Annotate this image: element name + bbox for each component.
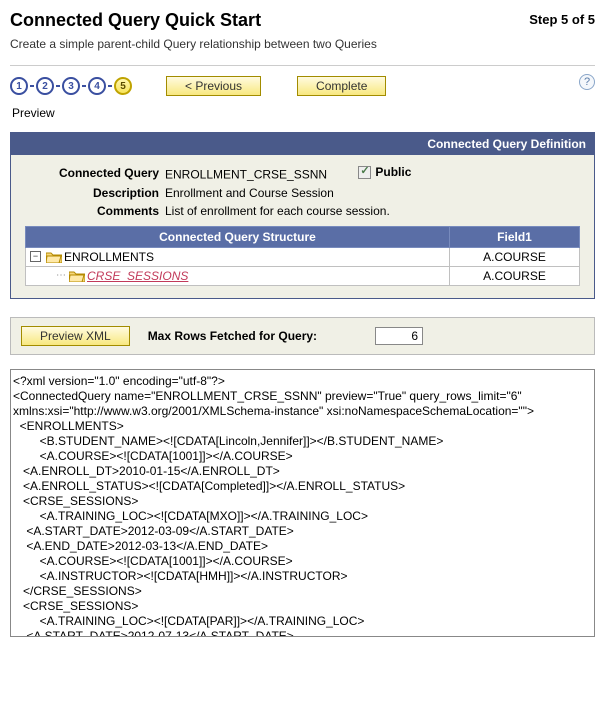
step-connector	[30, 85, 34, 87]
complete-button[interactable]: Complete	[297, 76, 386, 96]
step-connector	[108, 85, 112, 87]
field-cell: A.COURSE	[450, 247, 580, 266]
preview-controls: Preview XML Max Rows Fetched for Query:	[10, 317, 595, 355]
wizard-step-5[interactable]: 5	[114, 77, 132, 95]
previous-button[interactable]: < Previous	[166, 76, 261, 96]
field-cell: A.COURSE	[450, 266, 580, 285]
public-label: Public	[375, 165, 411, 179]
panel-title: Connected Query Definition	[11, 133, 594, 155]
wizard-step-2[interactable]: 2	[36, 77, 54, 95]
preview-xml-button[interactable]: Preview XML	[21, 326, 130, 346]
wizard-step-4[interactable]: 4	[88, 77, 106, 95]
max-rows-label: Max Rows Fetched for Query:	[148, 329, 317, 343]
help-icon[interactable]: ?	[579, 74, 595, 90]
description-label: Description	[25, 186, 165, 200]
divider	[10, 65, 595, 66]
tree-node-crse-sessions[interactable]: CRSE_SESSIONS	[87, 269, 188, 283]
wizard-step-3[interactable]: 3	[62, 77, 80, 95]
public-checkbox[interactable]	[358, 166, 371, 179]
tree-connector-icon: ⋯	[56, 270, 65, 281]
table-row: − ENROLLMENTS A.COURSE	[26, 247, 580, 266]
xml-output[interactable]: <?xml version="1.0" encoding="utf-8"?> <…	[10, 369, 595, 637]
col-field1: Field1	[450, 226, 580, 247]
table-row: ⋯ CRSE_SESSIONS A.COURSE	[26, 266, 580, 285]
description-value: Enrollment and Course Session	[165, 186, 580, 200]
wizard-step-1[interactable]: 1	[10, 77, 28, 95]
col-structure: Connected Query Structure	[26, 226, 450, 247]
comments-label: Comments	[25, 204, 165, 218]
connected-query-label: Connected Query	[25, 166, 165, 180]
max-rows-input[interactable]	[375, 327, 423, 345]
folder-open-icon	[69, 270, 85, 282]
tree-node-enrollments[interactable]: ENROLLMENTS	[64, 250, 154, 264]
definition-panel: Connected Query Definition Connected Que…	[10, 132, 595, 299]
comments-value: List of enrollment for each course sessi…	[165, 204, 580, 218]
page-title: Connected Query Quick Start	[10, 10, 261, 31]
folder-open-icon	[46, 251, 62, 263]
preview-heading: Preview	[12, 106, 595, 120]
collapse-toggle-icon[interactable]: −	[30, 251, 41, 262]
step-indicator: Step 5 of 5	[529, 10, 595, 27]
wizard-steps: 1 2 3 4 5	[10, 77, 132, 95]
connected-query-value: ENROLLMENT_CRSE_SSNN	[165, 168, 327, 182]
page-subtitle: Create a simple parent-child Query relat…	[10, 37, 595, 51]
structure-table: Connected Query Structure Field1 − ENROL…	[25, 226, 580, 286]
step-connector	[56, 85, 60, 87]
step-connector	[82, 85, 86, 87]
